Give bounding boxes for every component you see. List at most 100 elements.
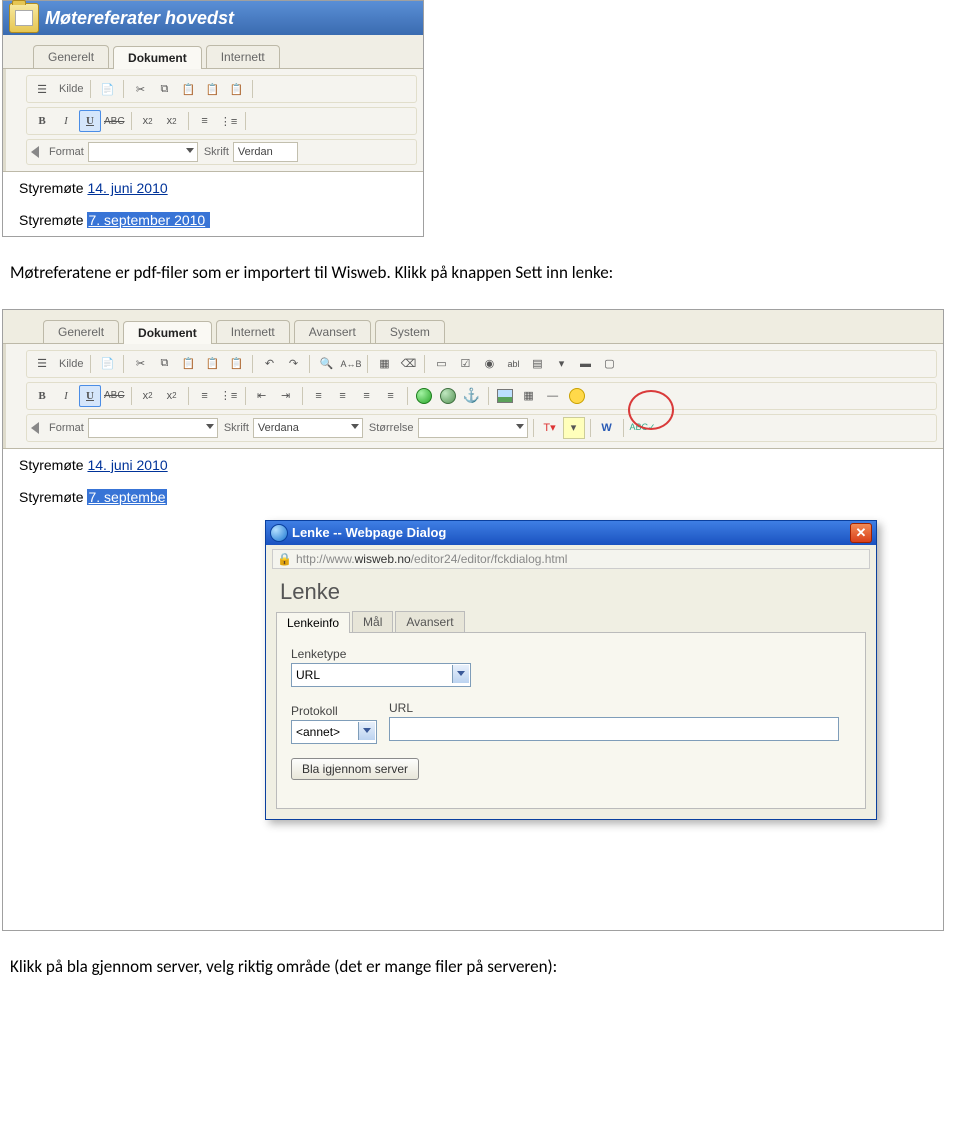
- spellcheck-icon[interactable]: ABC✓: [629, 417, 657, 439]
- e2-line2-link[interactable]: 7. septembe: [88, 489, 165, 505]
- paste-icon[interactable]: 📋: [177, 78, 199, 100]
- underline-button-2[interactable]: U: [79, 385, 101, 407]
- collapse-icon[interactable]: [31, 146, 39, 158]
- line2-text: Styremøte: [19, 212, 87, 228]
- hr-icon[interactable]: —: [542, 385, 564, 407]
- paste-word-icon[interactable]: 📋: [225, 78, 247, 100]
- table-icon[interactable]: ▦: [518, 385, 540, 407]
- tab2-system[interactable]: System: [375, 320, 445, 343]
- selectall-icon[interactable]: ▦: [373, 353, 395, 375]
- line1-link[interactable]: 14. juni 2010: [87, 180, 167, 196]
- textarea-icon[interactable]: ▤: [526, 353, 548, 375]
- tab2-dokument[interactable]: Dokument: [123, 321, 212, 344]
- dialog-url-bar: 🔒 http://www.wisweb.no/editor24/editor/f…: [272, 549, 870, 569]
- chevron-down-icon: [452, 665, 469, 683]
- url-input[interactable]: [389, 717, 839, 741]
- browse-server-button[interactable]: Bla igjennom server: [291, 758, 419, 780]
- source-icon-2[interactable]: ☰: [31, 353, 53, 375]
- align-right-icon[interactable]: ≡: [356, 385, 378, 407]
- close-icon[interactable]: ✕: [850, 523, 872, 543]
- paste-word-icon-2[interactable]: 📋: [225, 353, 247, 375]
- dialog-tab-avansert[interactable]: Avansert: [395, 611, 464, 632]
- e2-line2: Styremøte: [19, 489, 87, 505]
- editor-content-1[interactable]: Styremøte 14. juni 2010 Styremøte 7. sep…: [3, 171, 423, 236]
- textcolor-icon[interactable]: T▾: [539, 417, 561, 439]
- insert-link-button[interactable]: [413, 385, 435, 407]
- align-left-icon[interactable]: ≡: [308, 385, 330, 407]
- screenshot-editor-1: Møtereferater hovedst Generelt Dokument …: [2, 0, 424, 237]
- toolbar-2: ☰ Kilde 📄 ✂ ⧉ 📋 📋 📋 ↶ ↷ 🔍 A↔B ▦ ⌫ ▭ ☑ ◉ …: [3, 344, 943, 448]
- textfield-icon[interactable]: abl: [502, 353, 524, 375]
- image-icon[interactable]: [494, 385, 516, 407]
- ol-icon-2[interactable]: ≡: [194, 385, 216, 407]
- ul-icon-2[interactable]: ⋮≡: [218, 385, 240, 407]
- superscript-button-2[interactable]: x2: [161, 385, 183, 407]
- italic-button-2[interactable]: I: [55, 385, 77, 407]
- removeformat-icon[interactable]: ⌫: [397, 353, 419, 375]
- ordered-list-icon[interactable]: ≡: [194, 110, 216, 132]
- tab-internett[interactable]: Internett: [206, 45, 280, 68]
- format-label-2: Format: [49, 422, 84, 434]
- format-select[interactable]: [88, 142, 198, 162]
- paste-text-icon[interactable]: 📋: [201, 78, 223, 100]
- form-icon[interactable]: ▭: [430, 353, 452, 375]
- e2-line1-link[interactable]: 14. juni 2010: [87, 457, 167, 473]
- underline-button[interactable]: U: [79, 110, 101, 132]
- size-select[interactable]: [418, 418, 528, 438]
- tab-generelt[interactable]: Generelt: [33, 45, 109, 68]
- remove-link-button[interactable]: [437, 385, 459, 407]
- font-select[interactable]: Verdan: [233, 142, 298, 162]
- newdoc-icon[interactable]: 📄: [96, 78, 118, 100]
- tab2-internett[interactable]: Internett: [216, 320, 290, 343]
- anchor-icon[interactable]: ⚓: [461, 385, 483, 407]
- dialog-tab-mal[interactable]: Mål: [352, 611, 393, 632]
- align-justify-icon[interactable]: ≡: [380, 385, 402, 407]
- unordered-list-icon[interactable]: ⋮≡: [218, 110, 240, 132]
- tab2-avansert[interactable]: Avansert: [294, 320, 371, 343]
- bold-button-2[interactable]: B: [31, 385, 53, 407]
- collapse-icon-2[interactable]: [31, 422, 39, 434]
- copy-icon[interactable]: ⧉: [153, 78, 175, 100]
- dialog-tab-lenkeinfo[interactable]: Lenkeinfo: [276, 612, 350, 633]
- font-select-2[interactable]: Verdana: [253, 418, 363, 438]
- strike-button[interactable]: ABC: [103, 110, 126, 132]
- subscript-button[interactable]: x2: [137, 110, 159, 132]
- tab-row-2: Generelt Dokument Internett Avansert Sys…: [3, 310, 943, 344]
- find-icon[interactable]: 🔍: [315, 353, 337, 375]
- bold-button[interactable]: B: [31, 110, 53, 132]
- strike-button-2[interactable]: ABC: [103, 385, 126, 407]
- copy-icon-2[interactable]: ⧉: [153, 353, 175, 375]
- cut-icon[interactable]: ✂: [129, 78, 151, 100]
- newdoc-icon-2[interactable]: 📄: [96, 353, 118, 375]
- redo-icon[interactable]: ↷: [282, 353, 304, 375]
- subscript-button-2[interactable]: x2: [137, 385, 159, 407]
- protokoll-select[interactable]: <annet>: [291, 720, 377, 744]
- align-center-icon[interactable]: ≡: [332, 385, 354, 407]
- tab-dokument[interactable]: Dokument: [113, 46, 202, 69]
- superscript-button[interactable]: x2: [161, 110, 183, 132]
- bgcolor-icon[interactable]: ▾: [563, 417, 585, 439]
- paste-icon-2[interactable]: 📋: [177, 353, 199, 375]
- italic-button[interactable]: I: [55, 110, 77, 132]
- word-icon[interactable]: W: [596, 417, 618, 439]
- radio-icon[interactable]: ◉: [478, 353, 500, 375]
- window-title: Møtereferater hovedst: [45, 8, 234, 29]
- line1-text: Styremøte: [19, 180, 87, 196]
- outdent-icon[interactable]: ⇤: [251, 385, 273, 407]
- format-label: Format: [49, 146, 84, 158]
- source-icon[interactable]: ☰: [31, 78, 53, 100]
- paste-text-icon-2[interactable]: 📋: [201, 353, 223, 375]
- button-icon[interactable]: ▬: [574, 353, 596, 375]
- select-icon[interactable]: ▾: [550, 353, 572, 375]
- checkbox-icon[interactable]: ☑: [454, 353, 476, 375]
- lenketype-select[interactable]: URL: [291, 663, 471, 687]
- cut-icon-2[interactable]: ✂: [129, 353, 151, 375]
- image-button-icon[interactable]: ▢: [598, 353, 620, 375]
- format-select-2[interactable]: [88, 418, 218, 438]
- screenshot-editor-2: Generelt Dokument Internett Avansert Sys…: [2, 309, 944, 931]
- smiley-icon[interactable]: [566, 385, 588, 407]
- tab2-generelt[interactable]: Generelt: [43, 320, 119, 343]
- replace-icon[interactable]: A↔B: [339, 353, 362, 375]
- indent-icon[interactable]: ⇥: [275, 385, 297, 407]
- undo-icon[interactable]: ↶: [258, 353, 280, 375]
